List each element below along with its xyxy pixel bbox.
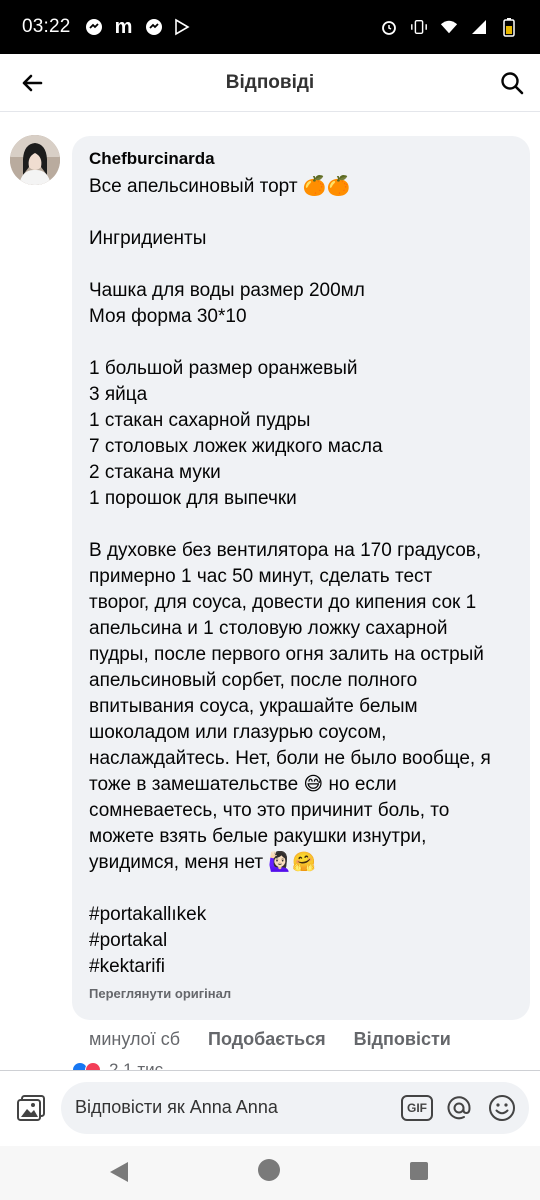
emoji-icon[interactable] — [487, 1093, 517, 1123]
nav-home-icon[interactable] — [258, 1159, 280, 1181]
reply-input[interactable]: Відповісти як Anna Anna GIF — [61, 1082, 529, 1134]
back-arrow-icon[interactable] — [16, 67, 48, 99]
system-nav-bar — [0, 1146, 540, 1200]
mention-icon[interactable] — [444, 1093, 474, 1123]
nav-recent-apps-icon[interactable] — [410, 1162, 428, 1180]
m-icon: m — [114, 15, 133, 38]
nav-back-icon[interactable] — [108, 1160, 132, 1189]
status-time: 03:22 — [22, 16, 71, 37]
message-icon — [145, 18, 163, 36]
like-button[interactable]: Подобається — [208, 1029, 326, 1050]
comment-author[interactable]: Chefburcinarda — [89, 148, 514, 170]
message-icon — [85, 18, 103, 36]
comment-bubble[interactable]: Chefburcinarda Все апельсиновый торт 🍊🍊 … — [72, 136, 530, 1020]
wifi-icon — [440, 18, 458, 36]
vibrate-icon — [410, 18, 428, 36]
comment-time: минулої сб — [89, 1029, 181, 1049]
page-title: Відповіді — [225, 71, 315, 93]
battery-icon — [500, 18, 518, 37]
comment-actions: минулої сб Подобається Відповісти — [89, 1029, 479, 1050]
gif-button[interactable]: GIF — [401, 1095, 433, 1121]
photo-icon[interactable] — [14, 1091, 48, 1125]
status-bar: 03:22 m — [0, 0, 540, 54]
signal-icon — [470, 18, 488, 36]
see-original-link[interactable]: Переглянути оригінал — [89, 986, 514, 1001]
reply-button[interactable]: Відповісти — [354, 1029, 451, 1050]
comment-text: Все апельсиновый торт 🍊🍊 Ингридиенты Чаш… — [89, 176, 491, 977]
play-store-icon — [173, 18, 191, 36]
app-header: Відповіді — [0, 54, 540, 112]
alarm-icon — [380, 18, 398, 36]
avatar[interactable] — [10, 135, 60, 185]
reply-composer: Відповісти як Anna Anna GIF — [0, 1070, 540, 1146]
search-icon[interactable] — [496, 67, 528, 99]
reply-input-placeholder: Відповісти як Anna Anna — [75, 1097, 278, 1117]
